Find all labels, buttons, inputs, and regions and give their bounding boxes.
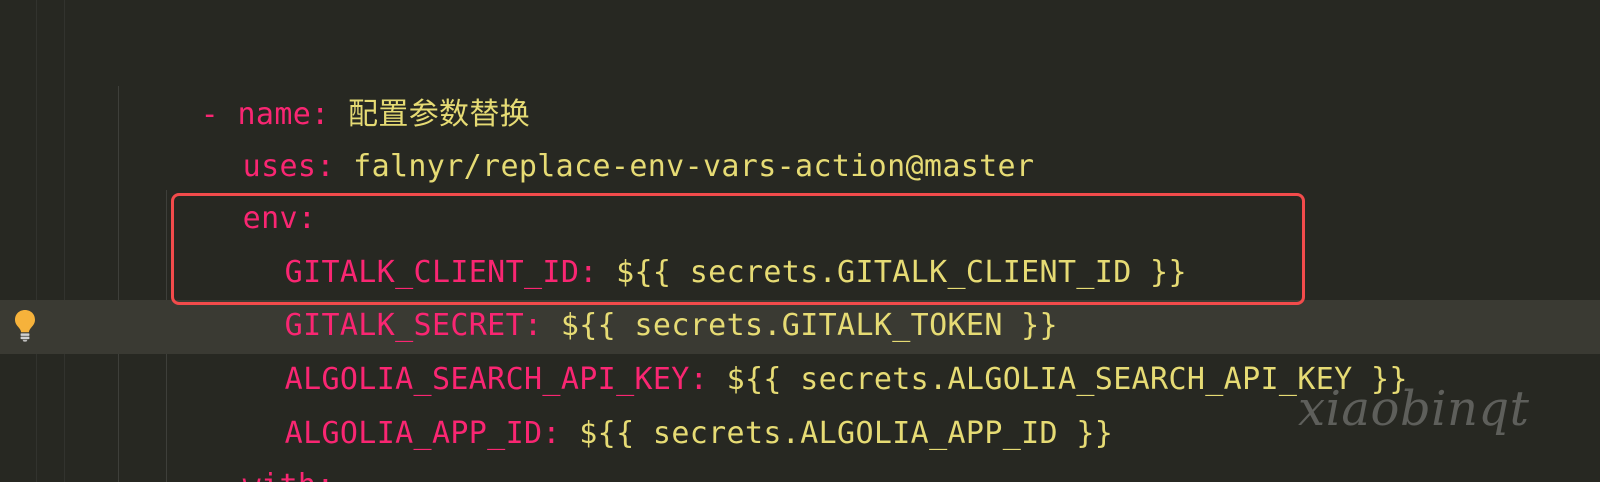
yaml-value-uses: falnyr/replace-env-vars-action@master — [353, 149, 1035, 184]
yaml-colon: : — [542, 416, 561, 451]
gutter-separator-secondary — [64, 0, 65, 482]
xiaobinqt-watermark: xiaobinqt — [1298, 381, 1530, 437]
code-line-name[interactable]: - name: 配置参数替换 — [127, 37, 530, 132]
gitalk-highlight-box — [171, 193, 1305, 305]
code-line-algolia-search-api-key[interactable]: ALGOLIA_SEARCH_API_KEY: ${{ secrets.ALGO… — [211, 302, 1408, 397]
code-line-with[interactable]: with: — [169, 408, 335, 482]
code-line-algolia-app-id[interactable]: ALGOLIA_APP_ID: ${{ secrets.ALGOLIA_APP_… — [211, 356, 1113, 451]
yaml-colon: : — [316, 468, 334, 482]
code-line-env[interactable]: env: — [169, 141, 316, 236]
code-line-uses[interactable]: uses: falnyr/replace-env-vars-action@mas… — [169, 89, 1034, 184]
secret-template-algolia-app-id: ${{ secrets.ALGOLIA_APP_ID }} — [579, 416, 1114, 451]
yaml-colon: : — [316, 149, 335, 184]
code-editor[interactable]: - name: 配置参数替换 uses: falnyr/replace-env-… — [0, 0, 1600, 482]
yaml-key-with: with — [243, 468, 317, 482]
lightbulb-icon[interactable] — [13, 308, 37, 342]
indent-guide — [118, 86, 119, 482]
gutter-separator — [36, 0, 37, 482]
